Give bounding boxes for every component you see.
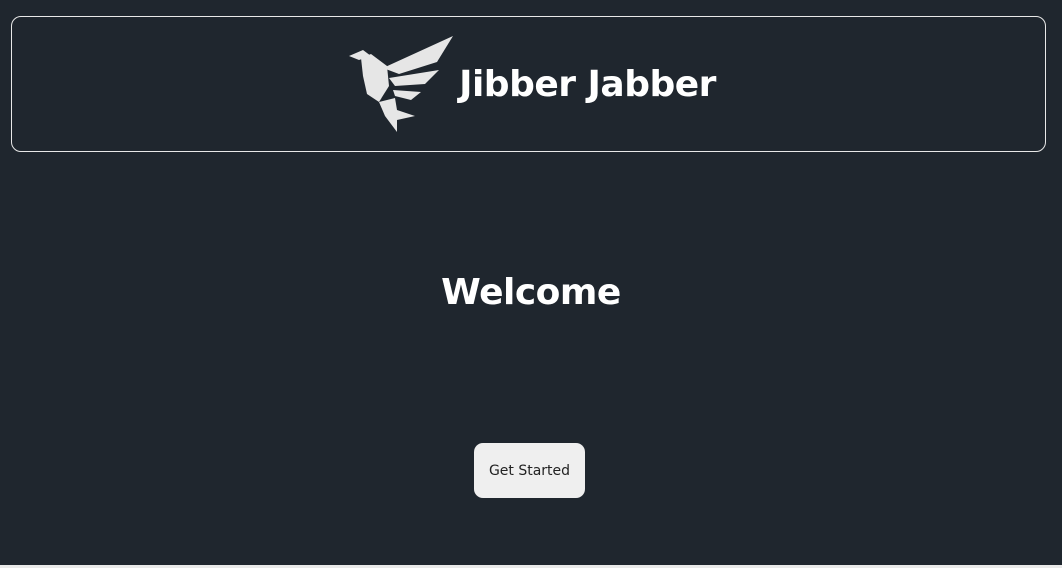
- brand: Jibber Jabber: [349, 36, 716, 132]
- get-started-button[interactable]: Get Started: [474, 443, 585, 498]
- bird-logo-icon: [349, 36, 454, 132]
- app-header: Jibber Jabber: [11, 16, 1046, 152]
- app-title: Jibber Jabber: [459, 63, 716, 105]
- welcome-heading: Welcome: [441, 272, 621, 313]
- landing-page: Jibber Jabber Welcome Get Started: [0, 0, 1062, 568]
